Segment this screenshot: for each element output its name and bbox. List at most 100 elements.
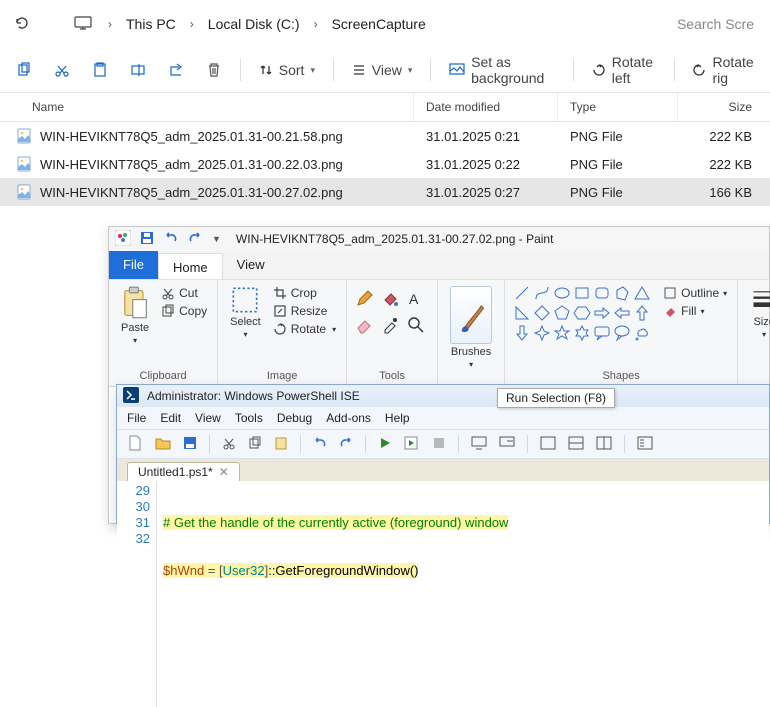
pencil-tool-icon[interactable]: [355, 290, 377, 311]
shape-curve-icon[interactable]: [533, 284, 551, 302]
sort-button[interactable]: Sort▾: [249, 56, 325, 84]
shape-callout-cloud-icon[interactable]: [633, 324, 651, 342]
shape-callout-rect-icon[interactable]: [593, 324, 611, 342]
set-background-button[interactable]: Set as background: [439, 48, 565, 92]
new-remote-icon[interactable]: [467, 433, 491, 456]
crop-button[interactable]: Crop: [271, 284, 338, 302]
shape-right-triangle-icon[interactable]: [513, 304, 531, 322]
layout-2-icon[interactable]: [564, 433, 588, 456]
cut-icon[interactable]: [44, 56, 80, 84]
save-icon[interactable]: [137, 230, 157, 249]
column-size[interactable]: Size: [678, 93, 770, 121]
qat-dropdown-icon[interactable]: ▼: [209, 233, 224, 245]
copy-icon[interactable]: [244, 433, 266, 456]
fill-tool-icon[interactable]: [381, 290, 403, 311]
stop-icon[interactable]: [428, 433, 450, 456]
breadcrumb-local-disk[interactable]: Local Disk (C:): [202, 12, 306, 36]
ise-titlebar[interactable]: Administrator: Windows PowerShell ISE: [117, 385, 769, 407]
close-tab-icon[interactable]: ✕: [219, 465, 229, 479]
size-button[interactable]: Size ▾: [746, 284, 770, 341]
menu-debug[interactable]: Debug: [277, 411, 312, 425]
shape-diamond-icon[interactable]: [533, 304, 551, 322]
menu-edit[interactable]: Edit: [160, 411, 181, 425]
new-file-icon[interactable]: [123, 432, 147, 457]
this-pc-icon[interactable]: [66, 9, 100, 40]
paste-button[interactable]: Paste ▾: [117, 284, 153, 347]
chevron-right-icon[interactable]: ›: [312, 17, 320, 31]
breadcrumb-this-pc[interactable]: This PC: [120, 12, 182, 36]
open-file-icon[interactable]: [151, 432, 175, 457]
file-row[interactable]: WIN-HEVIKNT78Q5_adm_2025.01.31-00.21.58.…: [0, 122, 770, 150]
script-tab[interactable]: Untitled1.ps1* ✕: [127, 462, 240, 481]
undo-icon[interactable]: [309, 433, 331, 456]
view-button[interactable]: View▾: [342, 56, 423, 84]
text-tool-icon[interactable]: A: [407, 290, 429, 311]
shape-roundrect-icon[interactable]: [593, 284, 611, 302]
menu-help[interactable]: Help: [385, 411, 410, 425]
shape-arrow-up-icon[interactable]: [633, 304, 651, 322]
shape-polygon-icon[interactable]: [613, 284, 631, 302]
cut-icon[interactable]: [218, 433, 240, 456]
menu-file[interactable]: File: [127, 411, 146, 425]
resize-button[interactable]: Resize: [271, 302, 338, 320]
shape-arrow-left-icon[interactable]: [613, 304, 631, 322]
rotate-right-button[interactable]: Rotate rig: [682, 48, 764, 92]
rotate-button[interactable]: Rotate▾: [271, 320, 338, 338]
run-selection-icon[interactable]: [400, 432, 424, 457]
shape-rect-icon[interactable]: [573, 284, 591, 302]
code-editor[interactable]: 29303132 # Get the handle of the current…: [117, 481, 769, 707]
shape-5star-icon[interactable]: [553, 324, 571, 342]
shape-arrow-down-icon[interactable]: [513, 324, 531, 342]
paint-titlebar[interactable]: ▼ WIN-HEVIKNT78Q5_adm_2025.01.31-00.27.0…: [109, 227, 769, 251]
shape-arrow-right-icon[interactable]: [593, 304, 611, 322]
code-lines[interactable]: # Get the handle of the currently active…: [157, 481, 514, 707]
shape-pentagon-icon[interactable]: [553, 304, 571, 322]
tab-home[interactable]: Home: [158, 253, 223, 279]
eraser-tool-icon[interactable]: [355, 316, 377, 337]
shape-outline-button[interactable]: Outline▾: [661, 284, 729, 302]
chevron-right-icon[interactable]: ›: [188, 17, 196, 31]
shape-triangle-icon[interactable]: [633, 284, 651, 302]
redo-icon[interactable]: [185, 230, 205, 249]
shape-hexagon-icon[interactable]: [573, 304, 591, 322]
column-date[interactable]: Date modified: [414, 93, 558, 121]
brushes-button[interactable]: Brushes ▾: [446, 284, 496, 371]
shape-6star-icon[interactable]: [573, 324, 591, 342]
rename-icon[interactable]: [120, 56, 156, 84]
refresh-button[interactable]: [8, 9, 36, 40]
column-type[interactable]: Type: [558, 93, 678, 121]
tab-view[interactable]: View: [223, 251, 279, 279]
shapes-gallery[interactable]: [513, 284, 651, 342]
shape-line-icon[interactable]: [513, 284, 531, 302]
magnifier-tool-icon[interactable]: [407, 316, 429, 337]
file-row[interactable]: WIN-HEVIKNT78Q5_adm_2025.01.31-00.27.02.…: [0, 178, 770, 206]
layout-3-icon[interactable]: [592, 433, 616, 456]
paste-icon[interactable]: [82, 56, 118, 84]
shape-oval-icon[interactable]: [553, 284, 571, 302]
delete-icon[interactable]: [196, 56, 232, 84]
cut-button[interactable]: Cut: [159, 284, 209, 302]
select-button[interactable]: Select ▾: [226, 284, 265, 341]
breadcrumb-screencapture[interactable]: ScreenCapture: [326, 12, 432, 36]
menu-view[interactable]: View: [195, 411, 221, 425]
show-command-icon[interactable]: [633, 433, 657, 456]
shape-4star-icon[interactable]: [533, 324, 551, 342]
shape-fill-button[interactable]: Fill▾: [661, 302, 729, 320]
layout-1-icon[interactable]: [536, 433, 560, 456]
picker-tool-icon[interactable]: [381, 316, 403, 337]
rotate-left-button[interactable]: Rotate left: [582, 48, 666, 92]
share-icon[interactable]: [158, 56, 194, 84]
copy-button[interactable]: Copy: [159, 302, 209, 320]
chevron-right-icon[interactable]: ›: [106, 17, 114, 31]
menu-tools[interactable]: Tools: [235, 411, 263, 425]
undo-icon[interactable]: [161, 230, 181, 249]
file-row[interactable]: WIN-HEVIKNT78Q5_adm_2025.01.31-00.22.03.…: [0, 150, 770, 178]
run-script-icon[interactable]: [374, 433, 396, 456]
start-remote-icon[interactable]: [495, 433, 519, 456]
search-input[interactable]: Search Scre: [669, 10, 762, 38]
save-file-icon[interactable]: [179, 433, 201, 456]
tab-file[interactable]: File: [109, 251, 158, 279]
column-name[interactable]: Name: [0, 93, 414, 121]
menu-add-ons[interactable]: Add-ons: [326, 411, 371, 425]
copy-icon[interactable]: [6, 56, 42, 84]
